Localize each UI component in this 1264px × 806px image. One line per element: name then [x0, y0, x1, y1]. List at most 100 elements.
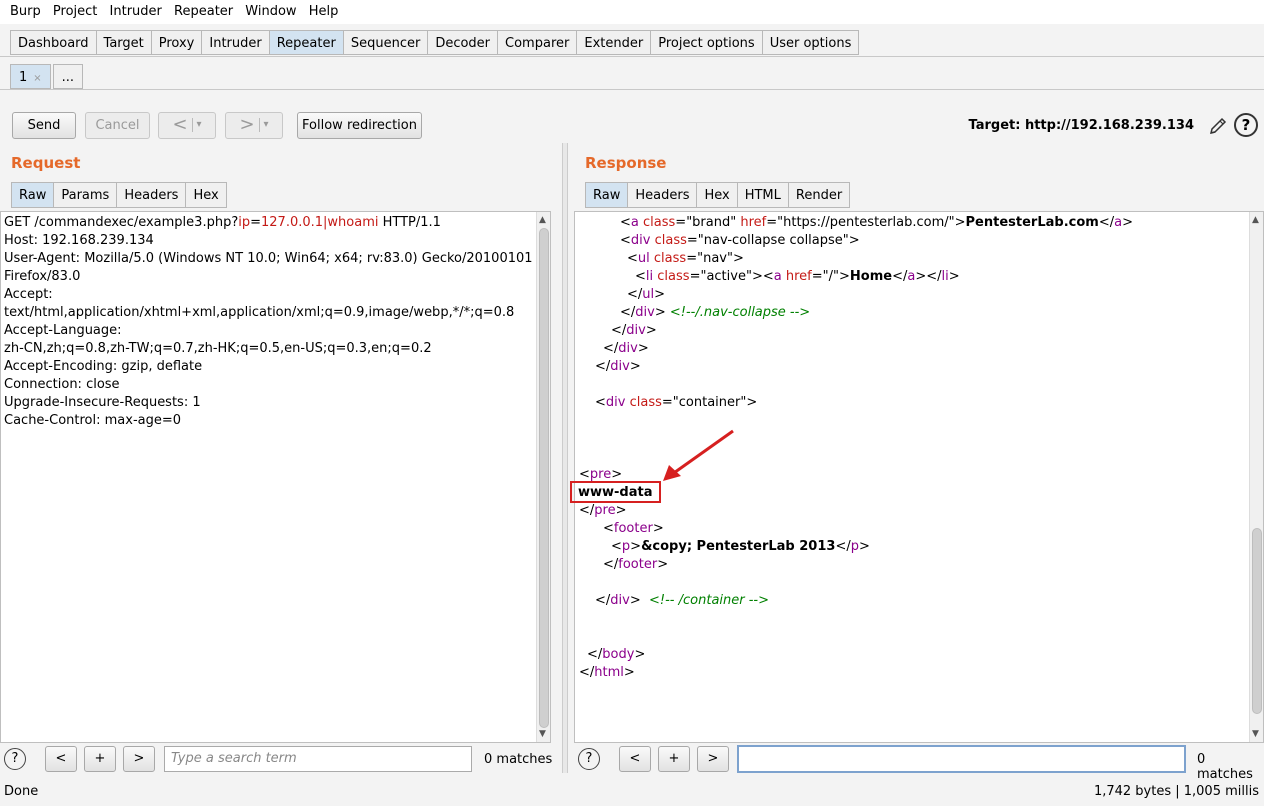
menu-project[interactable]: Project	[53, 0, 97, 19]
response-search-input[interactable]	[737, 745, 1186, 773]
repeater-tab-new[interactable]: ...	[52, 64, 84, 89]
request-line-11: Upgrade-Insecure-Requests: 1	[4, 395, 201, 410]
request-editor[interactable]: GET /commandexec/example3.php?ip=127.0.0…	[0, 211, 551, 743]
scroll-down-icon[interactable]: ▼	[539, 729, 546, 739]
cancel-button[interactable]: Cancel	[85, 112, 150, 139]
response-tab-hex[interactable]: Hex	[696, 182, 738, 208]
scroll-thumb[interactable]	[539, 228, 549, 728]
tab-comparer[interactable]: Comparer	[497, 30, 578, 55]
main-tabs: Dashboard Target Proxy Intruder Repeater Sequ…	[10, 30, 860, 57]
request-line-1: GET /commandexec/example3.php?ip=127.0.0…	[4, 215, 441, 230]
chevron-down-icon[interactable]: ▾	[197, 119, 202, 130]
request-scrollbar[interactable]: ▲ ▼	[536, 212, 550, 742]
help-icon[interactable]: ?	[578, 748, 600, 770]
request-line-4: Firefox/83.0	[4, 269, 81, 284]
search-add-button[interactable]: +	[658, 746, 690, 772]
tab-user-options[interactable]: User options	[761, 30, 860, 55]
tab-target[interactable]: Target	[95, 30, 152, 55]
request-line-10: Connection: close	[4, 377, 120, 392]
search-prev-button[interactable]: <	[619, 746, 651, 772]
response-line: </div> <!-- /container -->	[595, 593, 770, 608]
response-line: <ul class="nav">	[627, 251, 744, 266]
response-tab-html[interactable]: HTML	[736, 182, 789, 208]
response-line: </body>	[587, 647, 646, 662]
response-line: <footer>	[603, 521, 664, 536]
target-label: Target: http://192.168.239.134	[968, 118, 1194, 133]
request-line-7: Accept-Language:	[4, 323, 122, 338]
response-line: <div class="container">	[595, 395, 758, 410]
request-search-input[interactable]: Type a search term	[164, 746, 472, 772]
response-line: </ul>	[627, 287, 666, 302]
response-line: </div> <!--/.nav-collapse -->	[620, 305, 811, 320]
subtab-divider	[0, 89, 1264, 90]
response-tab-raw[interactable]: Raw	[585, 182, 629, 208]
response-line: </div>	[603, 341, 649, 356]
help-icon[interactable]: ?	[1234, 113, 1258, 137]
response-line: </footer>	[603, 557, 669, 572]
tab-proxy[interactable]: Proxy	[150, 30, 203, 55]
tab-project-options[interactable]: Project options	[650, 30, 763, 55]
menu-window[interactable]: Window	[245, 0, 296, 19]
back-arrow-icon: <	[172, 114, 188, 135]
search-add-button[interactable]: +	[84, 746, 116, 772]
search-prev-button[interactable]: <	[45, 746, 77, 772]
response-line: </div>	[595, 359, 641, 374]
response-title: Response	[585, 154, 667, 172]
response-line: <a class="brand" href="https://pentester…	[620, 215, 1133, 230]
menu-repeater[interactable]: Repeater	[174, 0, 233, 19]
split-pane-divider[interactable]	[562, 143, 568, 773]
response-line: </pre>	[579, 503, 627, 518]
request-tab-headers[interactable]: Headers	[116, 182, 187, 208]
search-next-button[interactable]: >	[697, 746, 729, 772]
send-button[interactable]: Send	[12, 112, 76, 139]
request-title: Request	[11, 154, 81, 172]
menu-intruder[interactable]: Intruder	[110, 0, 162, 19]
back-button[interactable]: < ▾	[158, 112, 216, 139]
close-icon[interactable]: ×	[33, 73, 41, 84]
response-tab-render[interactable]: Render	[787, 182, 851, 208]
forward-arrow-icon: >	[239, 114, 255, 135]
follow-redirection-button[interactable]: Follow redirection	[297, 112, 422, 139]
repeater-tabs: 1 ×...	[10, 64, 85, 89]
tab-extender[interactable]: Extender	[576, 30, 652, 55]
tab-divider	[0, 56, 1264, 57]
highlight-box	[570, 481, 661, 503]
request-line-8: zh-CN,zh;q=0.8,zh-TW;q=0.7,zh-HK;q=0.5,e…	[4, 341, 432, 356]
scroll-down-icon[interactable]: ▼	[1252, 729, 1259, 739]
scroll-up-icon[interactable]: ▲	[1252, 215, 1259, 225]
response-line: <div class="nav-collapse collapse">	[620, 233, 860, 248]
scroll-up-icon[interactable]: ▲	[539, 215, 546, 225]
menu-burp[interactable]: Burp	[10, 0, 41, 19]
repeater-tab-1[interactable]: 1 ×	[10, 64, 51, 89]
tab-dashboard[interactable]: Dashboard	[10, 30, 97, 55]
response-matches-count: 0 matches	[1197, 752, 1253, 782]
request-tab-hex[interactable]: Hex	[185, 182, 227, 208]
request-line-3: User-Agent: Mozilla/5.0 (Windows NT 10.0…	[4, 251, 533, 266]
tab-repeater[interactable]: Repeater	[268, 30, 344, 55]
request-tab-params[interactable]: Params	[53, 182, 118, 208]
scroll-thumb[interactable]	[1252, 528, 1262, 714]
chevron-down-icon[interactable]: ▾	[264, 119, 269, 130]
repeater-tab-label: 1	[19, 70, 28, 85]
request-line-12: Cache-Control: max-age=0	[4, 413, 182, 428]
tab-intruder[interactable]: Intruder	[201, 30, 270, 55]
menu-help[interactable]: Help	[309, 0, 339, 19]
status-text: Done	[4, 784, 39, 799]
tab-decoder[interactable]: Decoder	[427, 30, 499, 55]
response-line: <p>&copy; PentesterLab 2013</p>	[611, 539, 870, 554]
response-line: </div>	[611, 323, 657, 338]
tab-sequencer[interactable]: Sequencer	[342, 30, 429, 55]
request-line-6: text/html,application/xhtml+xml,applicat…	[4, 305, 515, 320]
forward-button[interactable]: > ▾	[225, 112, 283, 139]
pencil-icon[interactable]	[1207, 115, 1229, 137]
request-tab-raw[interactable]: Raw	[11, 182, 55, 208]
request-line-9: Accept-Encoding: gzip, deflate	[4, 359, 203, 374]
request-line-2: Host: 192.168.239.134	[4, 233, 154, 248]
search-next-button[interactable]: >	[123, 746, 155, 772]
response-tabs: Raw Headers Hex HTML Render	[585, 182, 851, 208]
response-line: <li class="active"><a href="/">Home</a><…	[635, 269, 960, 284]
response-scrollbar[interactable]: ▲ ▼	[1249, 212, 1263, 742]
request-line-5: Accept:	[4, 287, 53, 302]
help-icon[interactable]: ?	[4, 748, 26, 770]
response-tab-headers[interactable]: Headers	[627, 182, 698, 208]
